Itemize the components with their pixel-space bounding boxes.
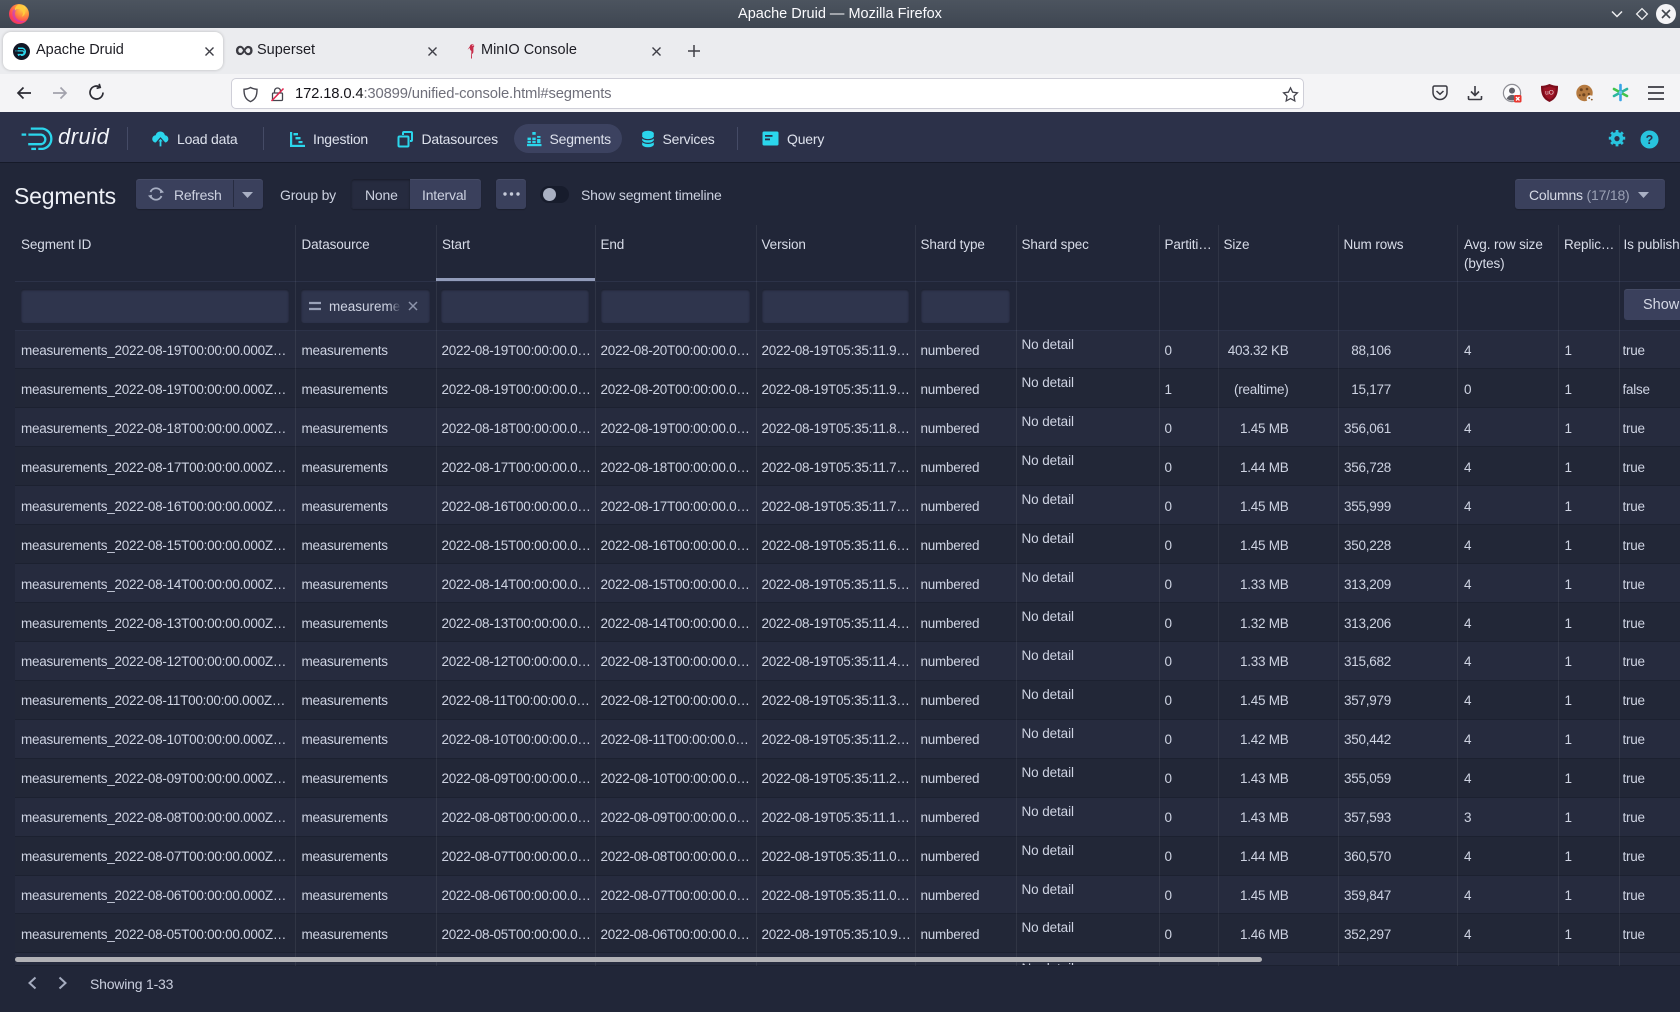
svg-text:uO: uO — [1545, 90, 1554, 97]
svg-text:?: ? — [1646, 133, 1654, 147]
